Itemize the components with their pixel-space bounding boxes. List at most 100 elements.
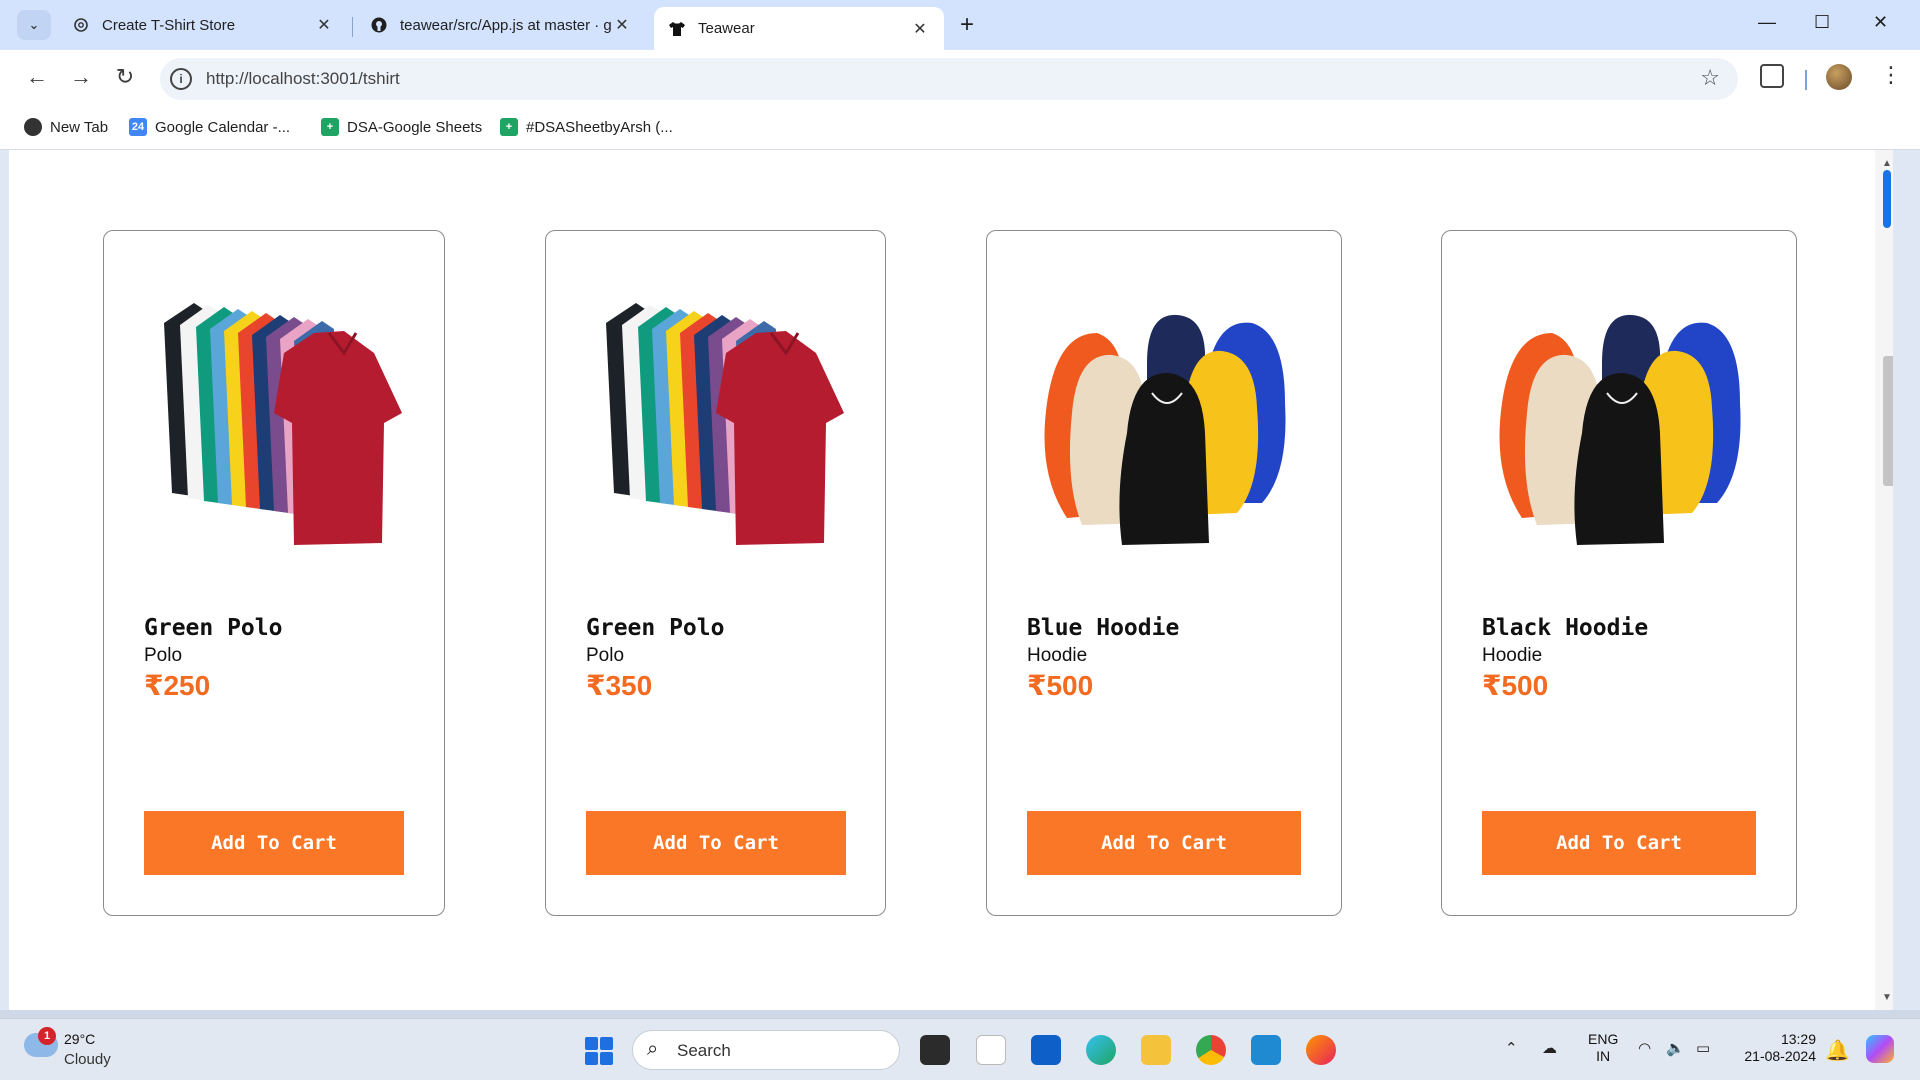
add-to-cart-button[interactable]: Add To Cart — [1027, 811, 1301, 875]
calendar-icon: 24 — [129, 118, 147, 136]
weather-temperature[interactable]: 29°C — [64, 1031, 95, 1047]
product-price: ₹500 — [1482, 670, 1549, 701]
product-category: Polo — [586, 645, 625, 666]
add-to-cart-button[interactable]: Add To Cart — [586, 811, 846, 875]
openai-icon — [72, 16, 90, 34]
close-icon[interactable]: ✕ — [612, 15, 632, 35]
search-label: Search — [677, 1041, 731, 1060]
bookmark-label: Google Calendar -... — [155, 118, 291, 136]
chevron-down-icon: ⌄ — [28, 17, 40, 32]
windows-taskbar: 1 29°C Cloudy ⌕ Search ⌃ ☁ ENG IN ◠ 🔈 ▭ … — [0, 1018, 1920, 1080]
product-category: Hoodie — [1027, 645, 1088, 666]
weather-description[interactable]: Cloudy — [64, 1051, 111, 1068]
menu-kebab-icon[interactable]: ⋮ — [1880, 62, 1902, 88]
volume-icon[interactable]: 🔈 — [1666, 1039, 1685, 1057]
mail-icon[interactable] — [1031, 1035, 1061, 1065]
wifi-icon[interactable]: ◠ — [1638, 1039, 1651, 1057]
edge-icon[interactable] — [1086, 1035, 1116, 1065]
bookmark-dsasheetbyarsh[interactable]: + #DSASheetbyArsh (... — [500, 118, 673, 136]
product-price: ₹250 — [144, 670, 211, 701]
bookmarks-bar: New Tab 24 Google Calendar -... + DSA-Go… — [0, 108, 1920, 150]
product-card: Black Hoodie Hoodie ₹500 Add To Cart — [1441, 230, 1797, 916]
close-icon[interactable]: ✕ — [314, 15, 334, 35]
address-bar[interactable]: i http://localhost:3001/tshirt ☆ — [160, 58, 1738, 100]
page-scrollbar[interactable] — [1875, 150, 1893, 1010]
firefox-icon[interactable] — [1306, 1035, 1336, 1065]
scroll-indicator — [1883, 170, 1891, 228]
site-info-icon[interactable]: i — [170, 68, 192, 90]
windows-start-icon[interactable] — [585, 1037, 613, 1065]
bookmark-label: #DSASheetbyArsh (... — [526, 118, 673, 136]
extensions-icon[interactable] — [1760, 64, 1784, 88]
product-name: Black Hoodie — [1482, 615, 1649, 641]
taskbar-search-box[interactable]: ⌕ Search — [632, 1030, 900, 1070]
bookmark-star-icon[interactable]: ☆ — [1700, 65, 1720, 91]
github-icon — [370, 16, 388, 34]
globe-icon — [24, 118, 42, 136]
bookmark-google-calendar[interactable]: 24 Google Calendar -... — [129, 118, 290, 136]
battery-icon[interactable]: ▭ — [1696, 1039, 1710, 1057]
scroll-up-arrow-icon[interactable]: ▲ — [1882, 158, 1892, 169]
chrome-icon[interactable] — [1196, 1035, 1226, 1065]
tab-title: teawear/src/App.js at master · g — [400, 16, 612, 34]
tab-github-app-js[interactable]: teawear/src/App.js at master · g ✕ — [356, 7, 646, 43]
amazon-icon[interactable] — [976, 1035, 1006, 1065]
task-view-icon[interactable] — [920, 1035, 950, 1065]
product-category: Polo — [144, 645, 183, 666]
window-close-icon[interactable]: ✕ — [1873, 12, 1888, 33]
system-clock[interactable]: 13:29 21-08-2024 — [1736, 1031, 1816, 1065]
toolbar-divider — [1805, 70, 1807, 90]
add-to-cart-button[interactable]: Add To Cart — [144, 811, 404, 875]
calendar-badge: 24 — [131, 121, 145, 133]
devtools-status-strip — [0, 1010, 1920, 1018]
new-tab-button[interactable]: + — [960, 12, 974, 38]
back-arrow-icon[interactable]: ← — [22, 64, 52, 90]
bookmark-new-tab[interactable]: New Tab — [24, 118, 108, 136]
search-icon: ⌕ — [647, 1038, 659, 1060]
product-price: ₹350 — [586, 670, 653, 701]
clock-date: 21-08-2024 — [1744, 1048, 1816, 1064]
product-image-polo — [144, 293, 404, 551]
tab-title: Teawear — [698, 20, 755, 37]
product-card: Blue Hoodie Hoodie ₹500 Add To Cart — [986, 230, 1342, 916]
maximize-icon[interactable]: ☐ — [1814, 12, 1830, 33]
bookmark-label: New Tab — [50, 118, 109, 136]
language-code: ENG — [1588, 1031, 1619, 1047]
page-viewport: Green Polo Polo ₹250 Add To Cart Green P… — [9, 150, 1893, 1010]
notification-bell-icon[interactable]: 🔔 — [1825, 1038, 1850, 1063]
forward-arrow-icon[interactable]: → — [66, 64, 96, 90]
clock-time: 13:29 — [1780, 1031, 1816, 1047]
vscode-icon[interactable] — [1251, 1035, 1281, 1065]
product-image-polo — [586, 293, 846, 551]
tab-create-tshirt-store[interactable]: Create T-Shirt Store ✕ — [58, 7, 348, 43]
url-text[interactable]: http://localhost:3001/tshirt — [206, 69, 400, 89]
product-category: Hoodie — [1482, 645, 1543, 666]
profile-avatar[interactable] — [1826, 64, 1852, 90]
close-icon[interactable]: ✕ — [910, 19, 930, 39]
minimize-icon[interactable]: — — [1758, 12, 1776, 33]
product-price: ₹500 — [1027, 670, 1094, 701]
tab-search-button[interactable]: ⌄ — [17, 10, 51, 40]
file-explorer-icon[interactable] — [1141, 1035, 1171, 1065]
add-to-cart-button[interactable]: Add To Cart — [1482, 811, 1756, 875]
sheets-icon: + — [321, 118, 339, 136]
onedrive-cloud-icon[interactable]: ☁ — [1542, 1039, 1557, 1057]
weather-notification-badge: 1 — [38, 1027, 56, 1045]
reload-icon[interactable]: ↻ — [110, 64, 140, 90]
tshirt-icon — [668, 20, 686, 38]
product-image-hoodies — [1027, 293, 1301, 551]
chevron-up-icon[interactable]: ⌃ — [1505, 1039, 1518, 1057]
copilot-icon[interactable] — [1866, 1035, 1894, 1063]
product-name: Blue Hoodie — [1027, 615, 1180, 641]
bookmark-dsa-google-sheets[interactable]: + DSA-Google Sheets — [321, 118, 482, 136]
scrollbar-thumb[interactable] — [1883, 356, 1893, 486]
language-indicator[interactable]: ENG IN — [1588, 1031, 1618, 1065]
product-name: Green Polo — [144, 615, 283, 641]
product-image-hoodies — [1482, 293, 1756, 551]
tab-teawear[interactable]: Teawear ✕ — [654, 7, 944, 50]
product-card: Green Polo Polo ₹250 Add To Cart — [103, 230, 445, 916]
tab-strip: ⌄ Create T-Shirt Store ✕ teawear/src/App… — [0, 0, 1920, 50]
sheets-icon: + — [500, 118, 518, 136]
browser-toolbar: ← → ↻ i http://localhost:3001/tshirt ☆ ⋮ — [0, 50, 1920, 108]
scroll-down-arrow-icon[interactable]: ▼ — [1882, 992, 1892, 1003]
